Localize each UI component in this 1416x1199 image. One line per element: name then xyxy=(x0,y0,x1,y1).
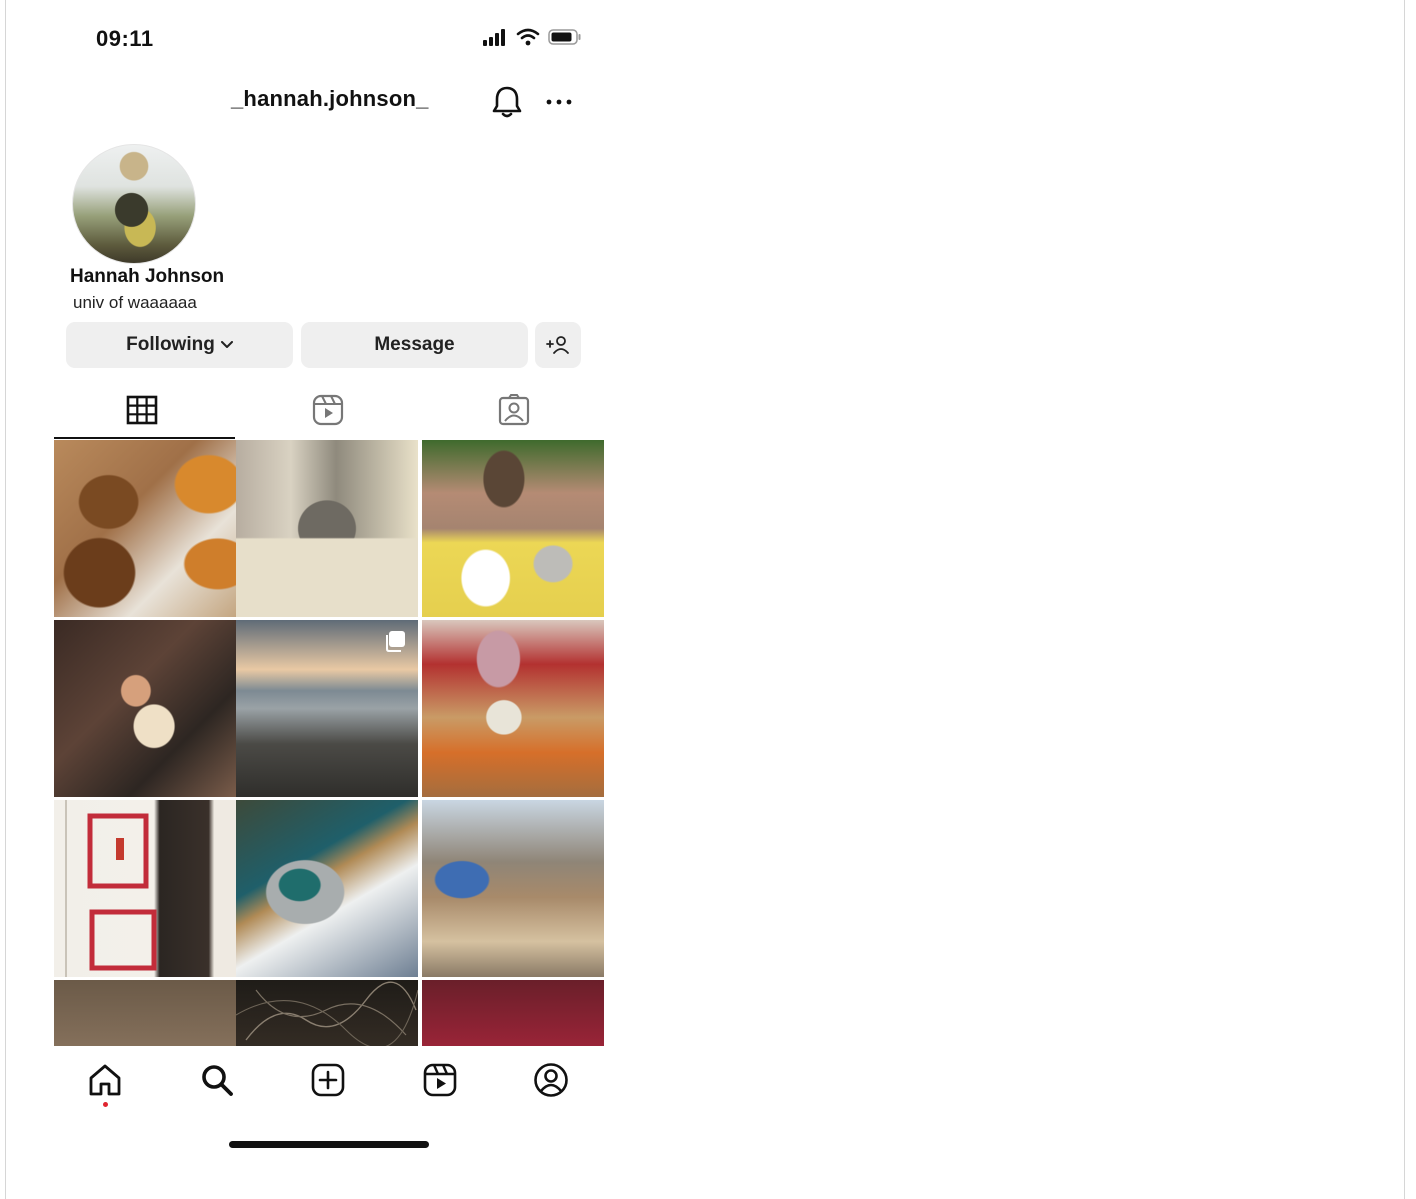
bell-icon[interactable] xyxy=(490,84,524,120)
home-indicator[interactable] xyxy=(229,1141,429,1148)
post-thumbnail[interactable] xyxy=(236,800,418,977)
phone-screen: 09:11 _hannah.johnson_ Hannah Johnson un xyxy=(54,0,606,1199)
suggest-people-button[interactable] xyxy=(535,322,581,368)
home-icon xyxy=(89,1064,121,1096)
notification-dot xyxy=(103,1102,108,1107)
post-thumbnail[interactable] xyxy=(422,980,604,1046)
add-person-icon xyxy=(546,336,569,354)
post-thumbnail[interactable] xyxy=(236,980,418,1046)
nav-profile[interactable] xyxy=(531,1060,571,1100)
post-thumbnail[interactable] xyxy=(422,620,604,797)
nav-search[interactable] xyxy=(197,1060,237,1100)
carousel-icon xyxy=(386,631,405,652)
wifi-icon xyxy=(516,28,540,46)
reels-icon xyxy=(423,1063,457,1097)
reels-icon xyxy=(312,394,344,426)
nav-reels[interactable] xyxy=(420,1060,460,1100)
following-button[interactable]: Following xyxy=(66,322,293,368)
create-icon xyxy=(311,1063,345,1097)
post-thumbnail[interactable] xyxy=(236,440,418,617)
post-thumbnail[interactable] xyxy=(422,800,604,977)
post-thumbnail[interactable] xyxy=(54,440,236,617)
chevron-down-icon xyxy=(220,341,233,348)
signal-icon xyxy=(483,29,505,46)
tab-tagged[interactable] xyxy=(497,393,531,427)
nav-create[interactable] xyxy=(308,1060,348,1100)
post-thumbnail[interactable] xyxy=(54,800,236,977)
message-button[interactable]: Message xyxy=(301,322,528,368)
grid-icon xyxy=(126,395,158,425)
status-icons xyxy=(482,28,582,46)
avatar[interactable] xyxy=(72,144,196,264)
tab-reels[interactable] xyxy=(311,393,345,427)
search-icon xyxy=(202,1065,233,1096)
door-panels xyxy=(65,800,157,977)
branches xyxy=(236,981,418,1046)
post-thumbnail[interactable] xyxy=(54,620,236,797)
post-thumbnail[interactable] xyxy=(236,620,418,797)
more-options-icon[interactable] xyxy=(546,98,572,106)
display-name: Hannah Johnson xyxy=(70,266,225,287)
profile-username: _hannah.johnson_ xyxy=(231,86,429,111)
nav-home[interactable] xyxy=(85,1060,125,1100)
message-label: Message xyxy=(374,334,455,355)
frame-border-left xyxy=(5,0,6,1199)
post-thumbnail[interactable] xyxy=(422,440,604,617)
following-label: Following xyxy=(126,334,215,355)
battery-icon xyxy=(548,29,581,45)
tagged-icon xyxy=(498,394,530,426)
post-thumbnail[interactable] xyxy=(54,980,236,1046)
frame-border-right xyxy=(1404,0,1405,1199)
posts-grid xyxy=(54,440,606,1046)
status-time: 09:11 xyxy=(96,26,154,51)
active-tab-indicator xyxy=(54,437,235,439)
tab-posts[interactable] xyxy=(125,393,159,427)
profile-bio: univ of waaaaaa xyxy=(73,293,197,312)
profile-icon xyxy=(534,1063,568,1097)
